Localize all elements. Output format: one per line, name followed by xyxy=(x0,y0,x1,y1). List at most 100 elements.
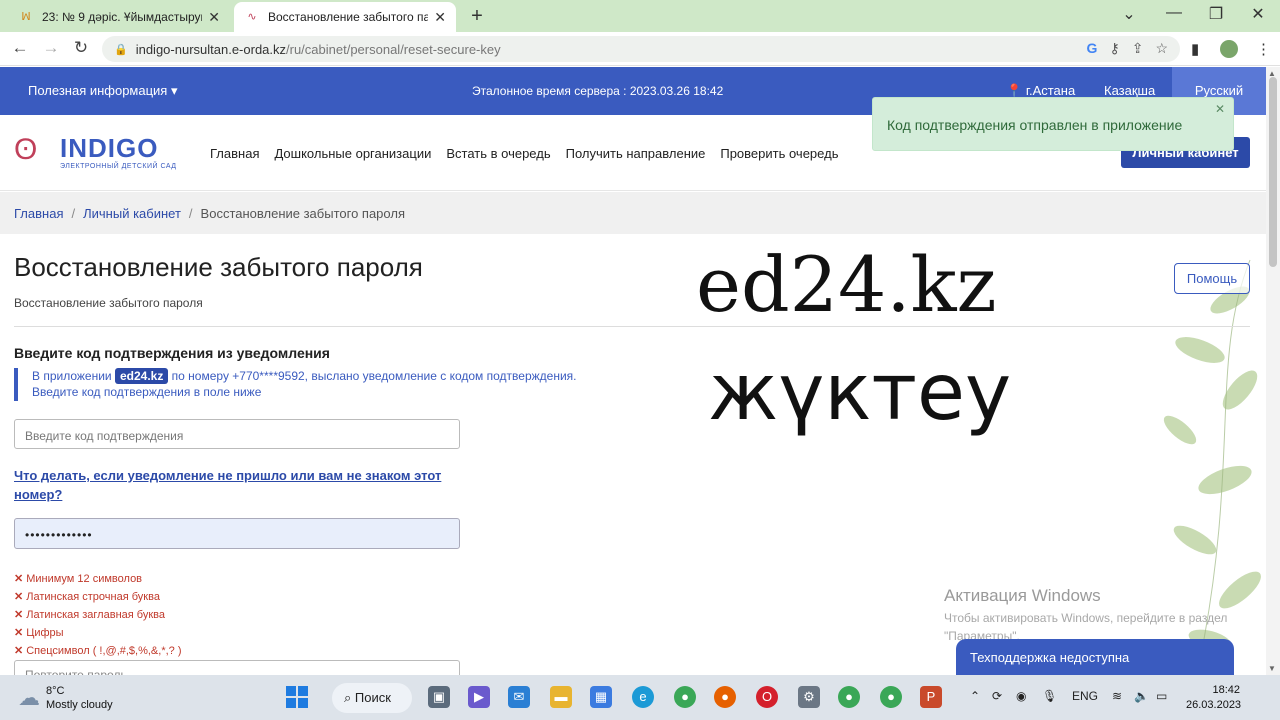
opera-icon[interactable]: O xyxy=(756,686,778,708)
cross-icon: ✕ xyxy=(14,627,24,639)
url-path: /ru/cabinet/personal/reset-secure-key xyxy=(286,41,501,57)
search-icon: ⌕ xyxy=(344,690,352,705)
url-host: indigo-nursultan.e-orda.kz xyxy=(135,41,287,57)
password-input[interactable]: ••••••••••••• xyxy=(14,518,460,549)
new-tab-icon[interactable]: + xyxy=(466,5,488,28)
lang-kz[interactable]: Казақша xyxy=(1104,83,1155,98)
leaves-decoration xyxy=(1163,259,1261,661)
app-tray-icon[interactable]: ◉ xyxy=(1016,689,1026,703)
battery-icon[interactable]: ▭ xyxy=(1156,689,1167,703)
section-title: Введите код подтверждения из уведомления xyxy=(14,345,330,361)
browser-tab[interactable]: ꟽ 23: № 9 дәріс. Ұйымдастырушы ✕ xyxy=(8,2,230,32)
rule-item: ✕ Цифры xyxy=(14,624,182,642)
maximize-icon[interactable]: ❐ xyxy=(1206,4,1226,24)
rule-text: Цифры xyxy=(26,627,64,639)
microphone-icon[interactable]: 🎙 xyxy=(1042,689,1057,703)
breadcrumb-cabinet[interactable]: Личный кабинет xyxy=(83,206,181,221)
powerpoint-icon[interactable]: P xyxy=(920,686,942,708)
breadcrumb-home[interactable]: Главная xyxy=(14,206,63,221)
support-widget[interactable]: Техподдержка недоступна xyxy=(956,639,1234,675)
password-rules: ✕ Минимум 12 символов ✕ Латинская строчная… xyxy=(14,570,182,660)
close-icon[interactable]: ✕ xyxy=(434,9,446,26)
temperature: 8°C xyxy=(46,685,65,697)
sidepanel-icon[interactable]: ▮ xyxy=(1191,40,1199,58)
window-close-icon[interactable]: ✕ xyxy=(1248,4,1268,24)
forward-icon[interactable]: → xyxy=(40,38,62,58)
bookmark-star-icon[interactable]: ☆ xyxy=(1155,40,1168,57)
close-icon[interactable]: ✕ xyxy=(208,9,220,26)
windows-start-icon[interactable] xyxy=(286,686,308,708)
help-link[interactable]: Что делать, если уведомление не пришло и… xyxy=(14,466,454,504)
close-icon[interactable]: ✕ xyxy=(1215,102,1225,116)
task-view-icon[interactable]: ▣ xyxy=(428,686,450,708)
store-icon[interactable]: ▦ xyxy=(590,686,612,708)
explorer-icon[interactable]: ▬ xyxy=(550,686,572,708)
divider xyxy=(14,326,1250,327)
favicon-icon: ꟽ xyxy=(21,11,31,23)
tab-search-icon[interactable]: ⌄ xyxy=(1119,4,1139,24)
confirmation-code-input[interactable]: Введите код подтверждения xyxy=(14,419,460,449)
logo[interactable]: ʘ INDIGO ЭЛЕКТРОННЫЙ ДЕТСКИЙ САД xyxy=(14,131,184,175)
scroll-down-icon[interactable]: ▼ xyxy=(1268,664,1276,673)
rule-text: Латинская строчная буква xyxy=(26,591,160,603)
search-label: Поиск xyxy=(354,690,391,705)
chevron-up-icon[interactable]: ⌃ xyxy=(970,689,980,703)
weather-widget[interactable]: ☁ 8°C Mostly cloudy xyxy=(18,684,113,712)
nav-referral[interactable]: Получить направление xyxy=(566,146,706,161)
nav-check-queue[interactable]: Проверить очередь xyxy=(720,146,838,161)
nav-queue[interactable]: Встать в очередь xyxy=(446,146,550,161)
location-pin-icon: 📍 xyxy=(1006,83,1023,98)
useful-info-dropdown[interactable]: Полезная информация ▾ xyxy=(28,83,178,99)
teams-icon[interactable]: ▶ xyxy=(468,686,490,708)
chrome-icon[interactable]: ● xyxy=(838,686,860,708)
notice-box: В приложении ed24.kz по номеру +770****9… xyxy=(14,368,614,401)
wifi-icon[interactable]: ≋ xyxy=(1112,689,1122,703)
rule-item: ✕ Минимум 12 символов xyxy=(14,570,182,588)
clock-time: 18:42 xyxy=(1212,684,1240,696)
city-label: г.Астана xyxy=(1025,83,1076,98)
reload-icon[interactable]: ↻ xyxy=(70,38,92,58)
tab-label: 23: № 9 дәріс. Ұйымдастырушы xyxy=(42,10,203,24)
url-field[interactable]: 🔒 indigo-nursultan.e-orda.kz/ru/cabinet/… xyxy=(102,36,1180,62)
back-icon[interactable]: ← xyxy=(9,38,31,58)
notice-pre: В приложении xyxy=(32,369,112,383)
breadcrumb: Главная / Личный кабинет / Восстановление за… xyxy=(0,192,1266,234)
key-icon[interactable]: ⚷ xyxy=(1109,40,1119,57)
mail-icon[interactable]: ✉ xyxy=(508,686,530,708)
rule-text: Минимум 12 символов xyxy=(26,573,143,585)
server-time: Эталонное время сервера : 2023.03.26 18:… xyxy=(472,84,724,98)
clock[interactable]: 18:42 26.03.2023 xyxy=(1186,683,1241,713)
profile-avatar[interactable] xyxy=(1220,40,1238,58)
edge-icon[interactable]: e xyxy=(632,686,654,708)
browser-tab-bar: ꟽ 23: № 9 дәріс. Ұйымдастырушы ✕ ∿ Восст… xyxy=(0,0,1280,32)
scrollbar[interactable]: ▲ ▼ xyxy=(1266,67,1280,675)
page-subtitle: Восстановление забытого пароля xyxy=(14,296,203,310)
rule-item: ✕ Латинская строчная буква xyxy=(14,588,182,606)
help-button[interactable]: Помощь xyxy=(1174,263,1250,294)
share-icon[interactable]: ⇪ xyxy=(1132,40,1144,57)
google-icon[interactable]: G xyxy=(1087,40,1098,57)
scrollbar-thumb[interactable] xyxy=(1269,77,1277,267)
browser-tab-active[interactable]: ∿ Восстановление забытого паро ✕ xyxy=(234,2,456,32)
windows-activation-title: Активация Windows xyxy=(944,586,1101,605)
rule-text: Латинская заглавная буква xyxy=(26,609,165,621)
settings-icon[interactable]: ⚙ xyxy=(798,686,820,708)
cross-icon: ✕ xyxy=(14,609,24,621)
cross-icon: ✕ xyxy=(14,591,24,603)
language-indicator[interactable]: ENG xyxy=(1072,689,1098,703)
cross-icon: ✕ xyxy=(14,573,24,585)
chrome-icon[interactable]: ● xyxy=(674,686,696,708)
minimize-icon[interactable]: — xyxy=(1164,4,1184,22)
volume-icon[interactable]: 🔈 xyxy=(1134,689,1149,703)
menu-icon[interactable]: ⋮ xyxy=(1256,40,1271,58)
taskbar-search[interactable]: ⌕ Поиск xyxy=(332,683,412,713)
main-nav: Главная Дошкольные организации Встать в … xyxy=(210,146,838,161)
footprints-icon: ʘ xyxy=(14,133,38,166)
chrome-icon[interactable]: ● xyxy=(880,686,902,708)
windows-taskbar: ☁ 8°C Mostly cloudy ⌕ Поиск ▣ ▶ ✉ ▬ ▦ e … xyxy=(0,675,1280,720)
nav-preschools[interactable]: Дошкольные организации xyxy=(274,146,431,161)
notice-line2: Введите код подтверждения в поле ниже xyxy=(32,385,262,399)
sync-icon[interactable]: ⟳ xyxy=(992,689,1002,703)
nav-home[interactable]: Главная xyxy=(210,146,259,161)
firefox-icon[interactable]: ● xyxy=(714,686,736,708)
